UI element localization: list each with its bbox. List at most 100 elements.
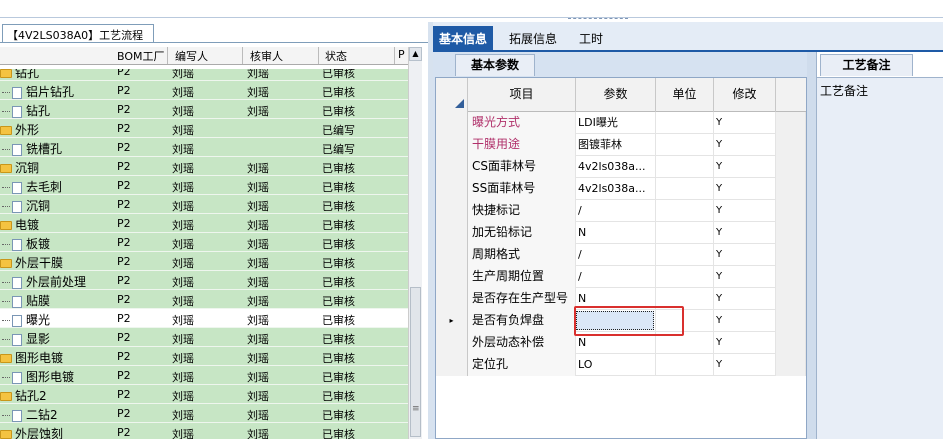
subtab-remarks[interactable]: 工艺备注	[820, 54, 913, 76]
param-unit[interactable]	[656, 134, 714, 156]
col-p[interactable]: P	[398, 48, 405, 61]
param-modify[interactable]: Y	[714, 310, 776, 332]
param-modify[interactable]: Y	[714, 112, 776, 134]
tree-node: 板镀	[2, 235, 50, 252]
param-unit[interactable]	[656, 178, 714, 200]
param-unit[interactable]	[656, 112, 714, 134]
current-row-icon[interactable]: ▸	[436, 310, 468, 332]
tree-row[interactable]: 沉铜 P2 刘瑶 刘瑶 已审核	[0, 195, 408, 214]
tree-row[interactable]: 沉铜 P2 刘瑶 刘瑶 已审核	[0, 157, 408, 176]
param-value[interactable]: 图镀菲林	[576, 134, 656, 156]
tree-row[interactable]: 二钻2 P2 刘瑶 刘瑶 已审核	[0, 404, 408, 423]
param-modify[interactable]: Y	[714, 222, 776, 244]
param-value[interactable]: LO	[576, 354, 656, 376]
param-row[interactable]: 生产周期位置 / Y	[436, 266, 806, 288]
param-row[interactable]: 周期格式 / Y	[436, 244, 806, 266]
param-modify[interactable]: Y	[714, 266, 776, 288]
tree-row[interactable]: 图形电镀 P2 刘瑶 刘瑶 已审核	[0, 366, 408, 385]
tree-row[interactable]: 外层前处理 P2 刘瑶 刘瑶 已审核	[0, 271, 408, 290]
row-indicator[interactable]	[436, 156, 468, 178]
collapse-bar[interactable]	[807, 52, 816, 439]
param-value[interactable]: N	[576, 222, 656, 244]
param-unit[interactable]	[656, 244, 714, 266]
param-row[interactable]: SS面菲林号 4v2ls038a... Y	[436, 178, 806, 200]
param-modify[interactable]: Y	[714, 288, 776, 310]
tree-line-icon	[2, 339, 10, 340]
tree-row[interactable]: 铝片钻孔 P2 刘瑶 刘瑶 已审核	[0, 81, 408, 100]
tab-basic-info[interactable]: 基本信息	[433, 26, 494, 50]
scroll-up-icon[interactable]: ▲	[409, 47, 422, 61]
param-row[interactable]: 快捷标记 / Y	[436, 200, 806, 222]
param-row[interactable]: 干膜用途 图镀菲林 Y	[436, 134, 806, 156]
param-value[interactable]: /	[576, 244, 656, 266]
param-modify[interactable]: Y	[714, 156, 776, 178]
scroll-thumb[interactable]	[410, 287, 421, 437]
param-modify[interactable]: Y	[714, 354, 776, 376]
tree-row[interactable]: 图形电镀 P2 刘瑶 刘瑶 已审核	[0, 347, 408, 366]
param-row[interactable]: 加无铅标记 N Y	[436, 222, 806, 244]
col-item[interactable]: 项目	[468, 78, 576, 112]
param-row[interactable]: 曝光方式 LDI曝光 Y	[436, 112, 806, 134]
tree-row[interactable]: 贴膜 P2 刘瑶 刘瑶 已审核	[0, 290, 408, 309]
row-indicator[interactable]	[436, 178, 468, 200]
param-modify[interactable]: Y	[714, 200, 776, 222]
param-unit[interactable]	[656, 222, 714, 244]
row-indicator[interactable]	[436, 134, 468, 156]
col-author[interactable]: 编写人	[175, 48, 208, 64]
row-indicator[interactable]	[436, 200, 468, 222]
param-modify[interactable]: Y	[714, 244, 776, 266]
row-indicator[interactable]	[436, 266, 468, 288]
col-unit[interactable]: 单位	[656, 78, 714, 112]
tree-row[interactable]: 去毛刺 P2 刘瑶 刘瑶 已审核	[0, 176, 408, 195]
tree-row[interactable]: 外层干膜 P2 刘瑶 刘瑶 已审核	[0, 252, 408, 271]
row-indicator[interactable]	[436, 354, 468, 376]
tree-row[interactable]: 曝光 P2 刘瑶 刘瑶 已审核	[0, 309, 408, 328]
col-bom-plant[interactable]: BOM工厂	[117, 48, 165, 64]
row-indicator[interactable]	[436, 112, 468, 134]
row-indicator[interactable]	[436, 244, 468, 266]
tree-row[interactable]: 外形 P2 刘瑶 已编写	[0, 119, 408, 138]
row-indicator[interactable]	[436, 288, 468, 310]
param-unit[interactable]	[656, 354, 714, 376]
tree-row[interactable]: 钻孔 P2 刘瑶 刘瑶 已审核	[0, 100, 408, 119]
param-unit[interactable]	[656, 200, 714, 222]
col-modify[interactable]: 修改	[714, 78, 776, 112]
tree-scrollbar[interactable]: ▲ ≡	[408, 47, 422, 439]
process-flow-panel: 【4V2LS038A0】工艺流程 BOM工厂 编写人 核审人 状态 P 钻孔 P2…	[0, 22, 428, 439]
param-value[interactable]: 4v2ls038a...	[576, 178, 656, 200]
param-value[interactable]: 4v2ls038a...	[576, 156, 656, 178]
tree-row[interactable]: 显影 P2 刘瑶 刘瑶 已审核	[0, 328, 408, 347]
tab-extended-info[interactable]: 拓展信息	[503, 26, 563, 50]
params-grid: 项目 参数 单位 修改 曝光方式 LDI曝光 Y 干膜用途 图镀菲林 Y CS面菲林号 4v2…	[435, 77, 807, 439]
tree-row[interactable]: 钻孔2 P2 刘瑶 刘瑶 已审核	[0, 385, 408, 404]
remarks-body[interactable]: 工艺备注	[817, 77, 943, 439]
param-modify[interactable]: Y	[714, 332, 776, 354]
process-flow-tab[interactable]: 【4V2LS038A0】工艺流程	[2, 24, 154, 43]
tree-row[interactable]: 钻孔 P2 刘瑶 刘瑶 已审核	[0, 69, 408, 81]
param-value[interactable]: /	[576, 200, 656, 222]
param-value[interactable]: LDI曝光	[576, 112, 656, 134]
param-modify[interactable]: Y	[714, 134, 776, 156]
cell-reviewer: 刘瑶	[247, 333, 269, 346]
param-row[interactable]: 定位孔 LO Y	[436, 354, 806, 376]
param-unit[interactable]	[656, 156, 714, 178]
tree-row[interactable]: 铣槽孔 P2 刘瑶 已编写	[0, 138, 408, 157]
tree-row[interactable]: 电镀 P2 刘瑶 刘瑶 已审核	[0, 214, 408, 233]
cell-reviewer: 刘瑶	[247, 162, 269, 175]
param-row[interactable]: CS面菲林号 4v2ls038a... Y	[436, 156, 806, 178]
row-indicator[interactable]	[436, 222, 468, 244]
param-value[interactable]: /	[576, 266, 656, 288]
param-key: 是否存在生产型号	[468, 288, 576, 310]
param-modify[interactable]: Y	[714, 178, 776, 200]
grid-corner[interactable]	[436, 78, 468, 112]
subtab-basic-params[interactable]: 基本参数	[455, 54, 535, 76]
col-reviewer[interactable]: 核审人	[250, 48, 283, 64]
tree-row[interactable]: 外层蚀刻 P2 刘瑶 刘瑶 已审核	[0, 423, 408, 439]
col-status[interactable]: 状态	[325, 48, 347, 64]
tab-work-hours[interactable]: 工时	[573, 26, 609, 50]
cell-reviewer: 刘瑶	[247, 181, 269, 194]
col-param[interactable]: 参数	[576, 78, 656, 112]
param-unit[interactable]	[656, 266, 714, 288]
row-indicator[interactable]	[436, 332, 468, 354]
tree-row[interactable]: 板镀 P2 刘瑶 刘瑶 已审核	[0, 233, 408, 252]
